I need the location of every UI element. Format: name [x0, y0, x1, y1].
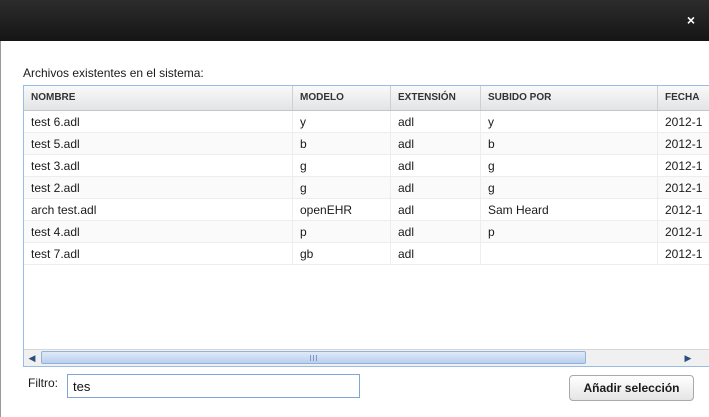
cell-subido-por: Sam Heard [481, 199, 658, 221]
cell-extension: adl [391, 199, 481, 221]
table-row[interactable]: test 4.adl p adl p 2012-1 [24, 221, 709, 243]
cell-extension: adl [391, 243, 481, 265]
cell-modelo: openEHR [293, 199, 391, 221]
cell-nombre: test 6.adl [24, 111, 293, 133]
cell-subido-por: p [481, 221, 658, 243]
cell-fecha: 2012-1 [658, 111, 709, 133]
column-header-extension[interactable]: EXTENSIÓN [391, 86, 481, 110]
cell-nombre: test 5.adl [24, 133, 293, 155]
cell-extension: adl [391, 111, 481, 133]
grid-body: test 6.adl y adl y 2012-1 test 5.adl b a… [24, 111, 709, 353]
horizontal-scrollbar[interactable]: ◀ ▶ [24, 349, 709, 366]
scrollbar-thumb[interactable] [41, 351, 586, 364]
table-row[interactable]: test 7.adl gb adl 2012-1 [24, 243, 709, 265]
cell-fecha: 2012-1 [658, 177, 709, 199]
table-row[interactable]: test 3.adl g adl g 2012-1 [24, 155, 709, 177]
files-caption: Archivos existentes en el sistema: [23, 66, 204, 80]
filter-input[interactable] [67, 374, 360, 398]
close-icon[interactable]: × [687, 12, 695, 28]
filter-label: Filtro: [28, 376, 58, 390]
scroll-right-icon[interactable]: ▶ [680, 350, 696, 366]
table-row[interactable]: arch test.adl openEHR adl Sam Heard 2012… [24, 199, 709, 221]
column-header-subido-por[interactable]: SUBIDO POR [481, 86, 658, 110]
files-grid: NOMBRE MODELO EXTENSIÓN SUBIDO POR FECHA… [23, 85, 709, 367]
cell-modelo: y [293, 111, 391, 133]
cell-fecha: 2012-1 [658, 199, 709, 221]
column-header-nombre[interactable]: NOMBRE [24, 86, 293, 110]
column-header-fecha[interactable]: FECHA [658, 86, 709, 110]
cell-modelo: b [293, 133, 391, 155]
cell-nombre: test 2.adl [24, 177, 293, 199]
cell-fecha: 2012-1 [658, 133, 709, 155]
scroll-left-icon[interactable]: ◀ [24, 350, 40, 366]
grid-header: NOMBRE MODELO EXTENSIÓN SUBIDO POR FECHA [24, 86, 709, 111]
cell-subido-por: g [481, 155, 658, 177]
cell-modelo: g [293, 177, 391, 199]
cell-extension: adl [391, 133, 481, 155]
column-header-modelo[interactable]: MODELO [293, 86, 391, 110]
cell-subido-por [481, 243, 658, 265]
cell-fecha: 2012-1 [658, 243, 709, 265]
cell-subido-por: g [481, 177, 658, 199]
add-selection-button[interactable]: Añadir selección [569, 375, 694, 401]
table-row[interactable]: test 2.adl g adl g 2012-1 [24, 177, 709, 199]
cell-modelo: g [293, 155, 391, 177]
cell-extension: adl [391, 177, 481, 199]
table-row[interactable]: test 5.adl b adl b 2012-1 [24, 133, 709, 155]
cell-extension: adl [391, 221, 481, 243]
cell-fecha: 2012-1 [658, 221, 709, 243]
cell-subido-por: b [481, 133, 658, 155]
dialog-titlebar: × [0, 0, 709, 41]
cell-subido-por: y [481, 111, 658, 133]
table-row[interactable]: test 6.adl y adl y 2012-1 [24, 111, 709, 133]
cell-nombre: test 4.adl [24, 221, 293, 243]
cell-modelo: gb [293, 243, 391, 265]
cell-nombre: test 7.adl [24, 243, 293, 265]
cell-nombre: test 3.adl [24, 155, 293, 177]
cell-nombre: arch test.adl [24, 199, 293, 221]
cell-extension: adl [391, 155, 481, 177]
cell-fecha: 2012-1 [658, 155, 709, 177]
cell-modelo: p [293, 221, 391, 243]
scrollbar-grip-icon [310, 355, 319, 361]
